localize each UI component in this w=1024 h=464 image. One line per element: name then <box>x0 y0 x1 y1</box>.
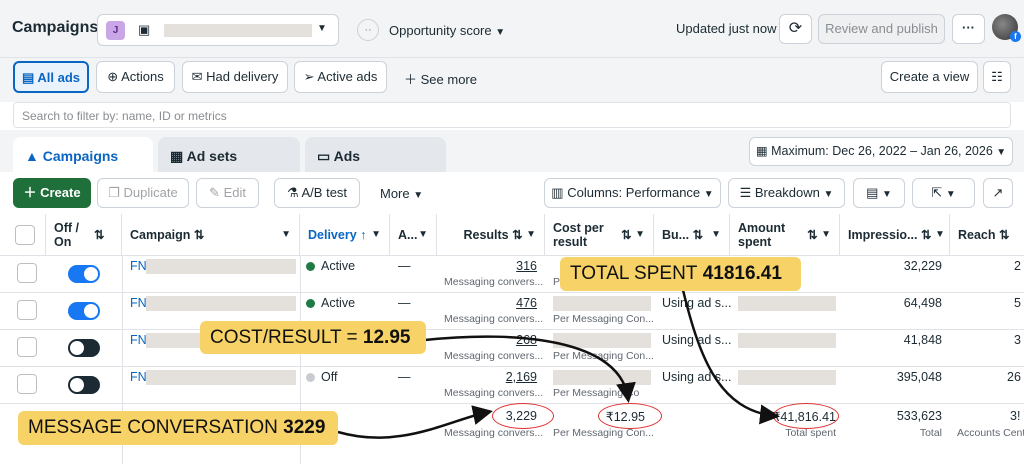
total-spent-callout: TOTAL SPENT 41816.41 <box>560 257 801 291</box>
annotation-arrows <box>337 289 780 439</box>
cost-result-callout: COST/RESULT = 12.95 <box>200 321 426 354</box>
message-conversation-callout: MESSAGE CONVERSATION 3229 <box>18 411 338 445</box>
